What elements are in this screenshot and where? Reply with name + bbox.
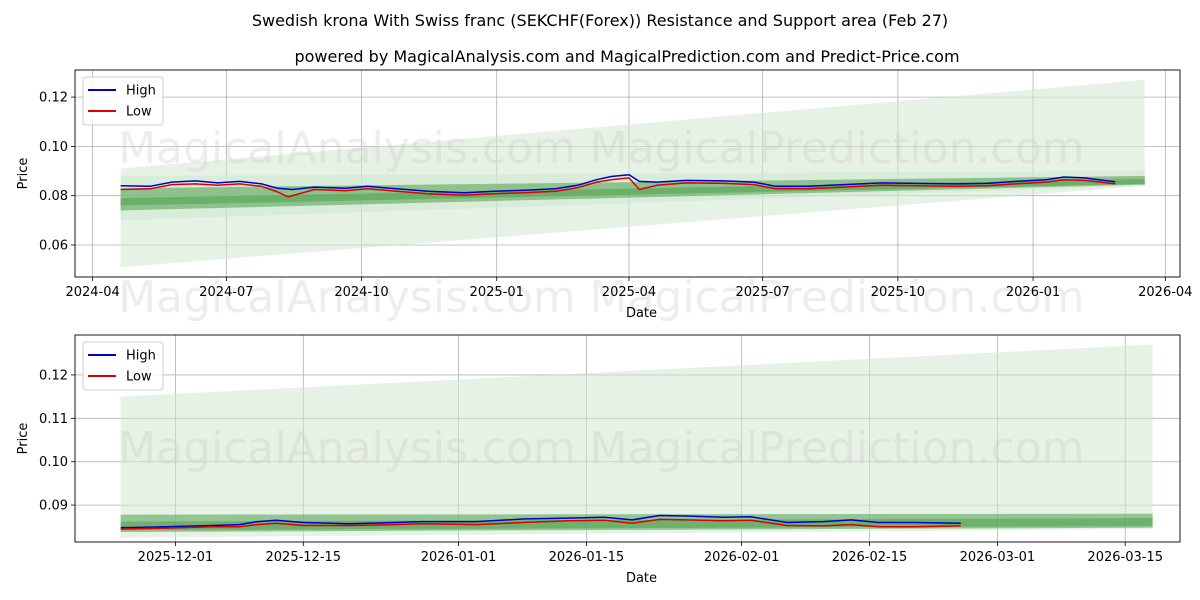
- x-tick-label: 2026-01-15: [549, 550, 625, 565]
- x-axis-label: Date: [626, 306, 657, 321]
- watermark-left: MagicalAnalysis.com: [118, 423, 576, 474]
- x-tick-label: 2024-10: [334, 285, 388, 300]
- x-tick-label: 2024-07: [199, 285, 253, 300]
- x-tick-label: 2026-03-01: [960, 550, 1036, 565]
- x-axis-label: Date: [626, 571, 657, 586]
- watermark-right: MagicalPrediction.com: [590, 123, 1085, 174]
- x-tick-label: 2025-12-01: [138, 550, 214, 565]
- legend-label-low: Low: [126, 370, 152, 385]
- x-tick-label: 2025-07: [736, 285, 790, 300]
- y-tick-label: 0.12: [39, 91, 68, 106]
- legend-label-low: Low: [126, 105, 152, 120]
- top-panel: MagicalAnalysis.com MagicalPrediction.com…: [16, 69, 1192, 323]
- x-tick-label: 2026-04: [1138, 285, 1192, 300]
- x-tick-label: 2026-02-01: [704, 550, 780, 565]
- chart-title: Swedish krona With Swiss franc (SEKCHF(F…: [252, 11, 948, 30]
- y-tick-label: 0.06: [39, 238, 68, 253]
- chart-subtitle: powered by MagicalAnalysis.com and Magic…: [294, 47, 959, 66]
- legend-label-high: High: [126, 349, 156, 364]
- y-axis-label: Price: [16, 423, 31, 455]
- y-tick-label: 0.09: [39, 499, 68, 514]
- bottom-panel: MagicalAnalysis.com MagicalPrediction.com…: [16, 334, 1181, 586]
- legend-label-high: High: [126, 84, 156, 99]
- y-tick-label: 0.10: [39, 140, 68, 155]
- y-tick-label: 0.10: [39, 455, 68, 470]
- y-axis-label: Price: [16, 158, 31, 190]
- x-tick-label: 2025-01: [470, 285, 524, 300]
- x-tick-label: 2025-10: [871, 285, 925, 300]
- x-tick-label: 2026-03-15: [1087, 550, 1163, 565]
- chart-root: Swedish krona With Swiss franc (SEKCHF(F…: [0, 0, 1200, 600]
- x-tick-label: 2026-01-01: [421, 550, 497, 565]
- x-tick-label: 2026-02-15: [832, 550, 908, 565]
- x-tick-label: 2026-01: [1006, 285, 1060, 300]
- watermark-left: MagicalAnalysis.com: [118, 123, 576, 174]
- x-tick-label: 2024-04: [65, 285, 119, 300]
- y-tick-label: 0.11: [39, 412, 68, 427]
- chart-svg: Swedish krona With Swiss franc (SEKCHF(F…: [16, 11, 1192, 586]
- x-tick-label: 2025-04: [602, 285, 656, 300]
- y-tick-label: 0.12: [39, 368, 68, 383]
- watermark-right: MagicalPrediction.com: [590, 423, 1085, 474]
- legend: High Low: [82, 341, 164, 391]
- y-tick-label: 0.08: [39, 189, 68, 204]
- legend: High Low: [82, 76, 164, 126]
- x-tick-label: 2025-12-15: [266, 550, 342, 565]
